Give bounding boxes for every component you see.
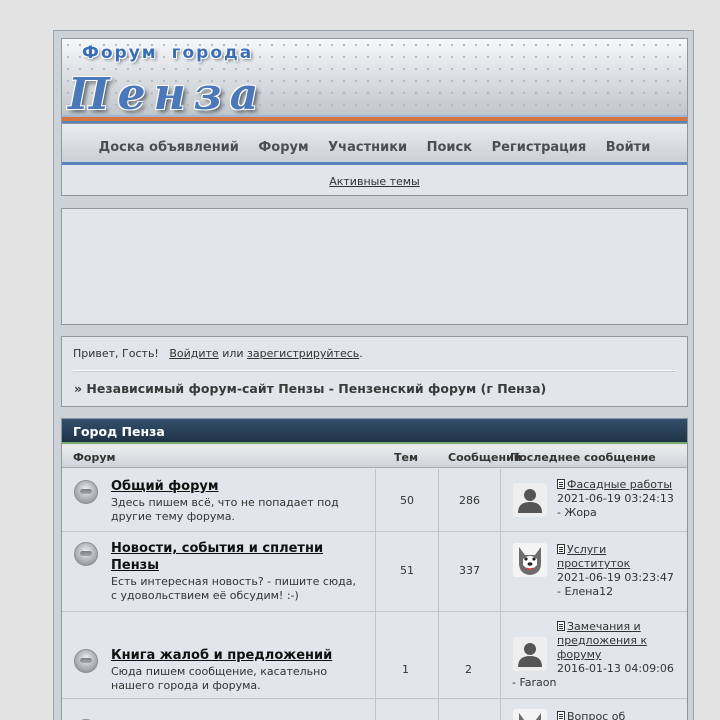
husky-dog-avatar-icon bbox=[513, 543, 547, 577]
cell-divider bbox=[375, 699, 376, 720]
last-post-time: 2021-06-19 03:23:47 bbox=[557, 571, 674, 584]
cell-divider bbox=[500, 532, 501, 611]
nav-board[interactable]: Доска объявлений bbox=[99, 140, 239, 155]
greeting-text: Привет, Гость! bbox=[73, 347, 159, 360]
posts-count: 2 bbox=[465, 663, 472, 676]
column-header-row: Форум Тем Сообщений Последнее сообщение bbox=[62, 446, 687, 468]
nav-search[interactable]: Поиск bbox=[427, 140, 472, 155]
cell-divider bbox=[438, 532, 439, 611]
last-post-time: 2021-06-19 03:24:13 bbox=[557, 492, 674, 505]
nav-login[interactable]: Войти bbox=[606, 140, 651, 155]
cell-divider bbox=[375, 612, 376, 698]
last-post-info: Вопрос об bbox=[557, 710, 682, 720]
nav-members[interactable]: Участники bbox=[328, 140, 407, 155]
cell-divider bbox=[438, 699, 439, 720]
forum-title-link[interactable]: Общий форум bbox=[111, 478, 218, 495]
register-link[interactable]: зарегистрируйтесь bbox=[247, 347, 359, 360]
posts-count: 337 bbox=[459, 564, 480, 577]
main-navbar: Доска объявлений Форум Участники Поиск Р… bbox=[61, 124, 688, 165]
topics-count: 1 bbox=[402, 663, 409, 676]
topics-count: 50 bbox=[400, 494, 414, 507]
category-header: Город Пенза bbox=[62, 419, 687, 444]
last-post-author: - Faraon bbox=[512, 676, 557, 689]
cell-divider bbox=[438, 612, 439, 698]
welcome-box: Привет, Гость! Войдите или зарегистрируй… bbox=[61, 336, 688, 407]
period-text: . bbox=[359, 347, 363, 360]
user-avatar-icon bbox=[513, 637, 547, 671]
cell-divider bbox=[500, 612, 501, 698]
last-post-author: - Жора bbox=[557, 506, 597, 519]
forum-row: Новости, события и сплетни Пензы Есть ин… bbox=[62, 532, 687, 612]
user-avatar-icon bbox=[513, 483, 547, 517]
last-post-time: 2016-01-13 04:09:06 bbox=[557, 662, 674, 675]
forum-row: Общий форум Здесь пишем всё, что не попа… bbox=[62, 469, 687, 532]
site-header-banner: Форум города Пенза bbox=[61, 38, 688, 124]
forum-status-icon bbox=[74, 480, 98, 504]
category-block: Город Пенза Форум Тем Сообщений Последне… bbox=[61, 418, 688, 720]
header-title: Пенза bbox=[68, 69, 267, 120]
post-page-icon bbox=[557, 711, 565, 720]
last-post-link[interactable]: Замечания и предложения к форуму bbox=[557, 620, 647, 661]
forum-row: Вопрос об bbox=[62, 699, 687, 720]
cell-divider bbox=[500, 699, 501, 720]
cell-divider bbox=[438, 469, 439, 531]
column-topics: Тем bbox=[394, 451, 418, 464]
category-title[interactable]: Город Пенза bbox=[73, 424, 165, 439]
posts-count: 286 bbox=[459, 494, 480, 507]
breadcrumb: » Независимый форум-сайт Пензы - Пензенс… bbox=[74, 381, 547, 396]
forum-wrapper: Форум города Пенза Доска объявлений Фору… bbox=[53, 30, 694, 720]
post-page-icon bbox=[557, 544, 565, 554]
husky-dog-avatar-icon bbox=[513, 709, 547, 720]
forum-description: Есть интересная новость? - пишите сюда, … bbox=[111, 575, 356, 602]
last-post-author: - Елена12 bbox=[557, 585, 614, 598]
nav-forum[interactable]: Форум bbox=[258, 140, 308, 155]
forum-status-icon bbox=[74, 542, 98, 566]
last-post-link[interactable]: Фасадные работы bbox=[567, 478, 672, 491]
or-text: или bbox=[222, 347, 244, 360]
last-post-info: Замечания и предложения к форуму 2016-01… bbox=[557, 620, 682, 676]
cell-divider bbox=[500, 469, 501, 531]
forum-status-icon bbox=[74, 649, 98, 673]
active-topics-link[interactable]: Активные темы bbox=[329, 175, 420, 188]
announcement-box bbox=[61, 208, 688, 325]
welcome-greeting: Привет, Гость! Войдите или зарегистрируй… bbox=[73, 347, 363, 360]
topics-count: 51 bbox=[400, 564, 414, 577]
sub-navbar: Активные темы bbox=[61, 165, 688, 196]
forum-description: Здесь пишем всё, что не попадает под дру… bbox=[111, 496, 339, 523]
header-subtitle: Форум города bbox=[82, 43, 254, 63]
cell-divider bbox=[375, 532, 376, 611]
column-last-post: Последнее сообщение bbox=[510, 451, 656, 464]
last-post-info: Услуги проституток 2021-06-19 03:23:47 -… bbox=[557, 543, 682, 599]
post-page-icon bbox=[557, 621, 565, 631]
forum-row: Книга жалоб и предложений Сюда пишем соо… bbox=[62, 612, 687, 699]
cell-divider bbox=[375, 469, 376, 531]
nav-register[interactable]: Регистрация bbox=[492, 140, 587, 155]
login-link[interactable]: Войдите bbox=[169, 347, 218, 360]
post-page-icon bbox=[557, 479, 565, 489]
last-post-link[interactable]: Услуги проституток bbox=[557, 543, 630, 570]
column-forum: Форум bbox=[73, 451, 116, 464]
welcome-divider bbox=[73, 370, 676, 372]
forum-description: Сюда пишем сообщение, касательно нашего … bbox=[111, 665, 328, 692]
forum-title-link[interactable]: Книга жалоб и предложений bbox=[111, 647, 332, 664]
last-post-link[interactable]: Вопрос об bbox=[567, 710, 625, 720]
last-post-info: Фасадные работы 2021-06-19 03:24:13 - Жо… bbox=[557, 478, 682, 520]
forum-title-link[interactable]: Новости, события и сплетни Пензы bbox=[111, 540, 361, 574]
